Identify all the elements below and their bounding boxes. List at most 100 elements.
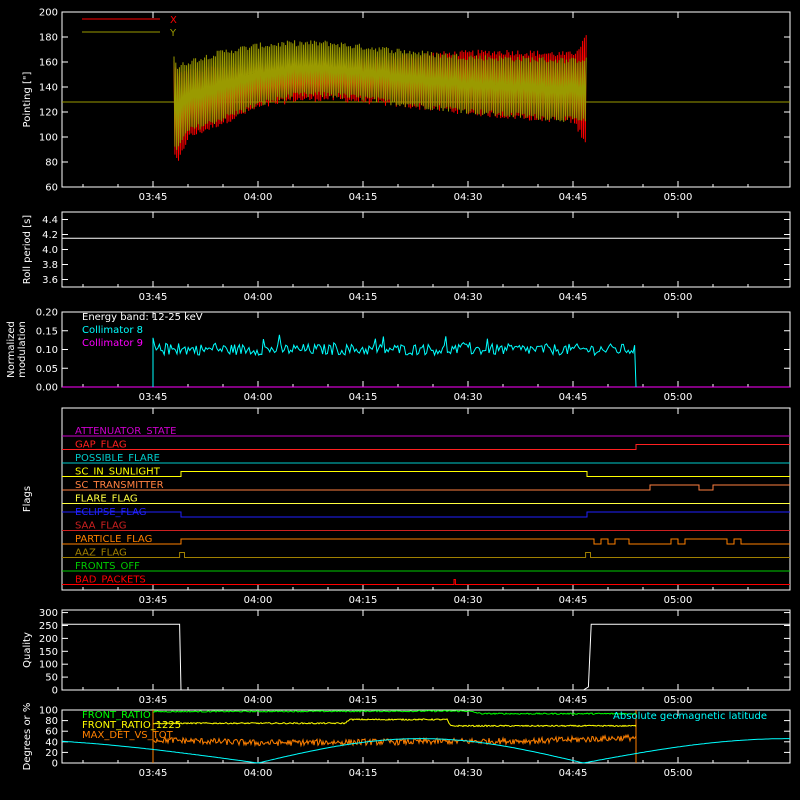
y-tick-label: 4.0 bbox=[42, 245, 58, 256]
x-tick-label: 04:45 bbox=[559, 595, 588, 606]
y-axis-label: Roll period [s] bbox=[22, 215, 33, 284]
x-tick-label: 03:45 bbox=[139, 392, 168, 403]
y-tick-label: 4.2 bbox=[42, 230, 58, 241]
y-axis-label: Normalizedmodulation bbox=[6, 321, 28, 378]
x-tick-label: 05:00 bbox=[664, 292, 693, 303]
y-tick-label: 0.00 bbox=[36, 383, 58, 394]
y-tick-label: 200 bbox=[39, 8, 58, 19]
y-tick-label: 60 bbox=[45, 183, 58, 194]
legend-label: Absolute geomagnetic latitude bbox=[613, 711, 767, 722]
y-tick-label: 80 bbox=[45, 158, 58, 169]
y-tick-label: 3.6 bbox=[42, 275, 58, 286]
flag-label: FLARE_FLAG bbox=[75, 494, 138, 505]
x-tick-label: 03:45 bbox=[139, 595, 168, 606]
x-tick-label: 03:45 bbox=[139, 768, 168, 779]
x-tick-label: 04:30 bbox=[454, 595, 483, 606]
flag-line bbox=[62, 484, 790, 491]
panel-frame bbox=[61, 609, 791, 691]
y-tick-label: 3.8 bbox=[42, 260, 58, 271]
y-tick-label: 4.4 bbox=[42, 215, 58, 226]
flag-label: PARTICLE_FLAG bbox=[75, 534, 152, 545]
x-tick-label: 04:15 bbox=[349, 392, 378, 403]
flag-label: POSSIBLE_FLARE bbox=[75, 453, 160, 464]
x-tick-label: 04:45 bbox=[559, 192, 588, 203]
panel-5: 03:45 04:00 04:15 04:30 04:45 05:00 Degrees or… bbox=[22, 703, 791, 779]
y-tick-label: 250 bbox=[39, 621, 58, 632]
x-tick-label: 04:15 bbox=[349, 695, 378, 706]
x-tick-label: 04:45 bbox=[559, 292, 588, 303]
x-tick-label: 04:00 bbox=[244, 292, 273, 303]
series-y-line bbox=[173, 40, 587, 150]
x-tick-label: 04:45 bbox=[559, 695, 588, 706]
flare-summary-figure: 03:45 04:00 04:15 04:30 04:45 05:00 Pointing [… bbox=[6, 8, 791, 779]
panel-0: 03:45 04:00 04:15 04:30 04:45 05:00 Pointing [… bbox=[22, 8, 791, 203]
panel-frame bbox=[61, 211, 791, 288]
x-tick-label: 05:00 bbox=[664, 695, 693, 706]
legend-label: MAX_DET_VS_TOT bbox=[82, 730, 174, 741]
y-tick-label: 300 bbox=[39, 608, 58, 619]
flag-line bbox=[62, 538, 790, 545]
y-tick-label: 0.10 bbox=[36, 345, 58, 356]
collimator-8-line bbox=[152, 334, 637, 388]
legend-label: Collimator 8 bbox=[82, 325, 143, 336]
y-tick-label: 0 bbox=[52, 686, 58, 697]
y-tick-label: 140 bbox=[39, 83, 58, 94]
flag-label: BAD_PACKETS bbox=[75, 575, 146, 586]
flag-line bbox=[62, 444, 790, 450]
y-tick-label: 160 bbox=[39, 58, 58, 69]
y-tick-label: 80 bbox=[45, 716, 58, 727]
flag-label: FRONTS_OFF bbox=[75, 561, 140, 572]
x-tick-label: 03:45 bbox=[139, 192, 168, 203]
y-tick-label: 100 bbox=[39, 660, 58, 671]
x-tick-label: 04:00 bbox=[244, 192, 273, 203]
y-tick-label: 60 bbox=[45, 727, 58, 738]
series-0-line bbox=[152, 709, 637, 716]
panel-frame bbox=[61, 311, 791, 388]
x-tick-label: 05:00 bbox=[664, 392, 693, 403]
flag-label: SC_TRANSMITTER bbox=[75, 480, 164, 491]
y-tick-label: 0 bbox=[52, 759, 58, 770]
flag-label: AAZ_FLAG bbox=[75, 548, 127, 559]
flag-line bbox=[62, 579, 790, 585]
x-tick-label: 04:30 bbox=[454, 392, 483, 403]
flag-line bbox=[62, 511, 790, 518]
legend-label: X bbox=[170, 15, 177, 26]
y-tick-label: 150 bbox=[39, 647, 58, 658]
x-tick-label: 04:15 bbox=[349, 292, 378, 303]
y-axis-label: Flags bbox=[22, 486, 33, 512]
y-tick-label: 100 bbox=[39, 133, 58, 144]
energy-band-label: Energy band: 12-25 keV bbox=[82, 312, 203, 323]
flag-label: GAP_FLAG bbox=[75, 440, 127, 451]
y-tick-label: 50 bbox=[45, 673, 58, 684]
panel-4: 03:45 04:00 04:15 04:30 04:45 05:00 Quality 0 50… bbox=[22, 608, 791, 706]
x-tick-label: 04:00 bbox=[244, 392, 273, 403]
y-tick-label: 100 bbox=[39, 706, 58, 717]
x-tick-label: 04:45 bbox=[559, 768, 588, 779]
y-tick-label: 0.05 bbox=[36, 364, 58, 375]
x-tick-label: 04:30 bbox=[454, 292, 483, 303]
legend-label: Y bbox=[169, 28, 177, 39]
x-tick-label: 04:00 bbox=[244, 768, 273, 779]
legend-label: Collimator 9 bbox=[82, 338, 143, 349]
geomagnetic-latitude-line bbox=[61, 738, 790, 764]
x-tick-label: 04:30 bbox=[454, 192, 483, 203]
x-tick-label: 04:30 bbox=[454, 768, 483, 779]
x-tick-label: 05:00 bbox=[664, 768, 693, 779]
y-tick-label: 20 bbox=[45, 748, 58, 759]
flag-label: SC_IN_SUNLIGHT bbox=[75, 467, 161, 478]
x-tick-label: 05:00 bbox=[664, 192, 693, 203]
x-tick-label: 04:00 bbox=[244, 695, 273, 706]
panel-3: 03:45 04:00 04:15 04:30 04:45 05:00 Flags ATTEN… bbox=[22, 407, 791, 606]
y-tick-label: 180 bbox=[39, 33, 58, 44]
x-tick-label: 03:45 bbox=[139, 695, 168, 706]
flag-line bbox=[62, 552, 790, 558]
x-tick-label: 04:45 bbox=[559, 392, 588, 403]
y-axis-label: Degrees or % bbox=[22, 703, 33, 771]
y-tick-label: 120 bbox=[39, 108, 58, 119]
x-tick-label: 05:00 bbox=[664, 595, 693, 606]
flag-label: ATTENUATOR_STATE bbox=[75, 426, 176, 437]
panel-2: 03:45 04:00 04:15 04:30 04:45 05:00 Normalized… bbox=[6, 308, 791, 403]
x-tick-label: 04:30 bbox=[454, 695, 483, 706]
panel-1: 03:45 04:00 04:15 04:30 04:45 05:00 Roll perio… bbox=[22, 211, 791, 303]
x-tick-label: 04:15 bbox=[349, 192, 378, 203]
